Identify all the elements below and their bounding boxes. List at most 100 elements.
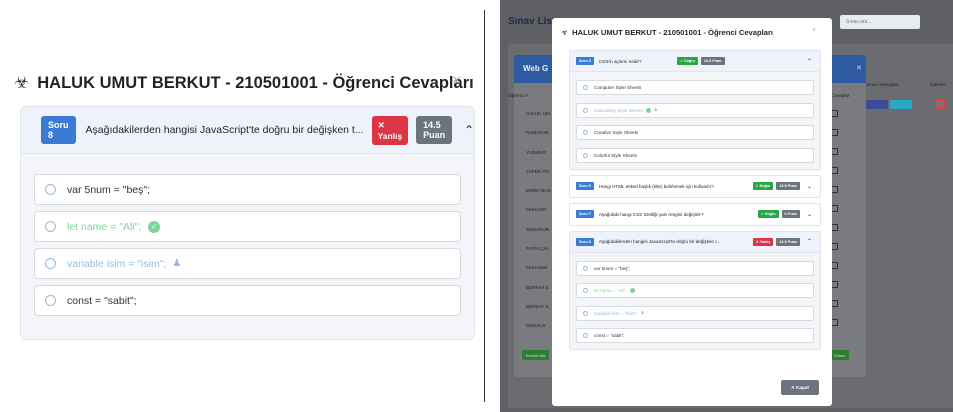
- radio-icon: [583, 85, 588, 90]
- question-number-badge: Soru 8: [576, 237, 594, 246]
- option-text: let name = "Ali";: [67, 220, 142, 233]
- user-icon: ♟: [640, 310, 645, 315]
- export-excel-button[interactable]: Excel'e Akt: [522, 350, 550, 360]
- radio-icon: [583, 107, 588, 113]
- search-input[interactable]: Sınav ara...: [840, 15, 920, 29]
- info-button[interactable]: [890, 100, 912, 109]
- column-header-answers: Cevaplar: [831, 93, 850, 98]
- option-item: var 5num = "beş";: [576, 260, 814, 276]
- accordion-header[interactable]: Soru 6 Hangi HTML etiketi başlık (title)…: [570, 176, 820, 197]
- user-icon: ♟: [172, 258, 182, 269]
- option-text: let name = "Ali";: [594, 288, 627, 293]
- modal-title: HALUK UMUT BERKUT - 210501001 - Öğrenci …: [37, 73, 474, 92]
- zoomed-modal-view: ☣ HALUK UMUT BERKUT - 210501001 - Öğrenc…: [0, 0, 483, 412]
- accordion-header[interactable]: Soru 8 Aşağıdakilerden hangisi JavaScrip…: [21, 107, 474, 154]
- option-item-correct: let name = "Ali"; ✓: [34, 211, 461, 242]
- accordion-header[interactable]: Soru 5 CSS'in açılımı nedir? ✓ Doğru 14.…: [570, 51, 820, 72]
- delete-button[interactable]: [935, 100, 945, 109]
- close-icon[interactable]: ×: [812, 27, 816, 34]
- full-screenshot: Sınav List Sınav ara... Web G ✕ Öğrenci …: [500, 0, 953, 412]
- radio-icon: [583, 288, 588, 293]
- correct-badge: ✓ Doğru: [757, 210, 779, 218]
- accordion-body: Computer Style Sheets Cascading Style Sh…: [570, 72, 820, 169]
- question-accordion: Soru 8 Aşağıdakilerden hangisi JavaScrip…: [569, 230, 821, 350]
- correct-badge: ✓ Doğru: [752, 182, 774, 190]
- points-badge: 14.5 Puan: [416, 116, 453, 144]
- option-item: Computer Style Sheets: [576, 80, 814, 95]
- radio-icon: [45, 184, 56, 195]
- accordion-header[interactable]: Soru 8 Aşağıdakilerden hangisi JavaScrip…: [570, 231, 820, 253]
- option-text: variable isim = "isim";: [594, 310, 638, 316]
- student-list: HALUK UM RAMAZAN YAĞMUR ZAFER PO EMRE MU…: [526, 111, 551, 343]
- student-name: RAMAZAN: [526, 130, 549, 136]
- check-circle-icon: ✓: [148, 220, 161, 233]
- student-name: YAĞMUR: [526, 149, 546, 155]
- radio-icon: [583, 265, 588, 271]
- option-text: variable isim = "isim";: [67, 257, 167, 270]
- question-number-badge: Soru 6: [576, 182, 594, 190]
- option-text: Creative Style Sheets: [594, 130, 639, 135]
- question-number-badge: Soru 7: [576, 210, 594, 218]
- option-text: var 5num = "beş";: [67, 183, 151, 196]
- student-name: MUHAMM: [526, 265, 548, 271]
- results-button[interactable]: [866, 100, 888, 109]
- divider: [484, 10, 485, 402]
- option-text: var 5num = "beş";: [594, 265, 631, 271]
- student-name: ZAFER PO: [526, 168, 549, 174]
- wrong-badge: ✕ Yanlış: [752, 237, 774, 246]
- option-item: const = "sabit";: [576, 328, 814, 343]
- question-accordion: Soru 8 Aşağıdakilerden hangisi JavaScrip…: [20, 106, 475, 340]
- close-button[interactable]: ✕ Kapat: [781, 380, 819, 395]
- student-name: SEMANUR: [526, 226, 549, 232]
- wrong-badge: ✕ Yanlış: [371, 115, 409, 145]
- close-icon[interactable]: ×: [452, 72, 461, 90]
- option-item: var 5num = "beş";: [34, 174, 461, 205]
- chevron-down-icon[interactable]: ⌄: [807, 211, 812, 218]
- answers-modal: ☣ HALUK UMUT BERKUT - 210501001 - Öğrenc…: [552, 18, 832, 406]
- column-header-student: Öğrenci A: [508, 93, 529, 98]
- question-text: Aşağıdakilerden hangisi JavaScript'te do…: [85, 124, 364, 136]
- modal-header: ☣ HALUK UMUT BERKUT - 210501001 - Öğrenc…: [561, 28, 773, 37]
- exam-button[interactable]: Sınavı: [830, 350, 850, 360]
- option-text: const = "sabit";: [67, 294, 137, 307]
- question-accordion: Soru 6 Hangi HTML etiketi başlık (title)…: [569, 174, 821, 198]
- radio-icon: [45, 295, 56, 306]
- student-name: DONALD: [526, 323, 546, 329]
- option-item-correct: let name = "Ali";: [576, 283, 814, 298]
- question-text: Aşağıdaki hangi CSS özelliği yazı rengin…: [598, 211, 704, 217]
- chevron-up-icon[interactable]: ⌃: [464, 123, 474, 137]
- close-icon[interactable]: ✕: [856, 64, 862, 72]
- points-badge: 14.5 Puan: [776, 182, 800, 190]
- chevron-up-icon[interactable]: ⌃: [807, 238, 812, 245]
- option-text: Computer Style Sheets: [594, 85, 642, 90]
- user-graduate-icon: ☣: [561, 28, 569, 37]
- radio-icon: [583, 310, 588, 316]
- modal-title: HALUK UMUT BERKUT - 210501001 - Öğrenci …: [572, 28, 774, 37]
- accordion-body: var 5num = "beş"; let name = "Ali"; ✓ va…: [21, 154, 474, 339]
- option-item: const = "sabit";: [34, 285, 461, 316]
- option-text: Cascading Style Sheets: [594, 107, 643, 113]
- page-title: Sınav List: [508, 16, 556, 27]
- question-accordion: Soru 7 Aşağıdaki hangi CSS özelliği yazı…: [569, 202, 821, 226]
- question-accordion: Soru 5 CSS'in açılımı nedir? ✓ Doğru 14.…: [569, 50, 821, 170]
- option-text: const = "sabit";: [594, 333, 625, 338]
- student-name: MUHARR: [526, 207, 547, 213]
- column-header-actions: İşlemler: [930, 82, 947, 87]
- student-name: HALUK UM: [526, 111, 550, 116]
- points-badge: 14.5 Puan: [776, 237, 800, 246]
- chevron-up-icon[interactable]: ⌃: [807, 58, 812, 65]
- background-modal-title: Web G: [523, 64, 549, 73]
- option-item: Colorful Style Sheets: [576, 147, 814, 163]
- points-badge: 6 Puan: [781, 210, 800, 218]
- question-text: Aşağıdakilerden hangisi JavaScript'te do…: [598, 239, 721, 244]
- option-item-correct-selected: Cascading Style Sheets ♟: [576, 102, 814, 118]
- user-icon: ♟: [653, 107, 658, 112]
- student-name: BERKAY S: [526, 303, 549, 309]
- question-number-badge: Soru 5: [576, 57, 594, 65]
- option-text: Colorful Style Sheets: [594, 152, 637, 158]
- chevron-down-icon[interactable]: ⌄: [807, 183, 812, 190]
- radio-icon: [583, 152, 588, 158]
- student-name: EMRE MUS: [526, 188, 551, 194]
- radio-icon: [583, 333, 588, 338]
- accordion-header[interactable]: Soru 7 Aşağıdaki hangi CSS özelliği yazı…: [570, 204, 820, 225]
